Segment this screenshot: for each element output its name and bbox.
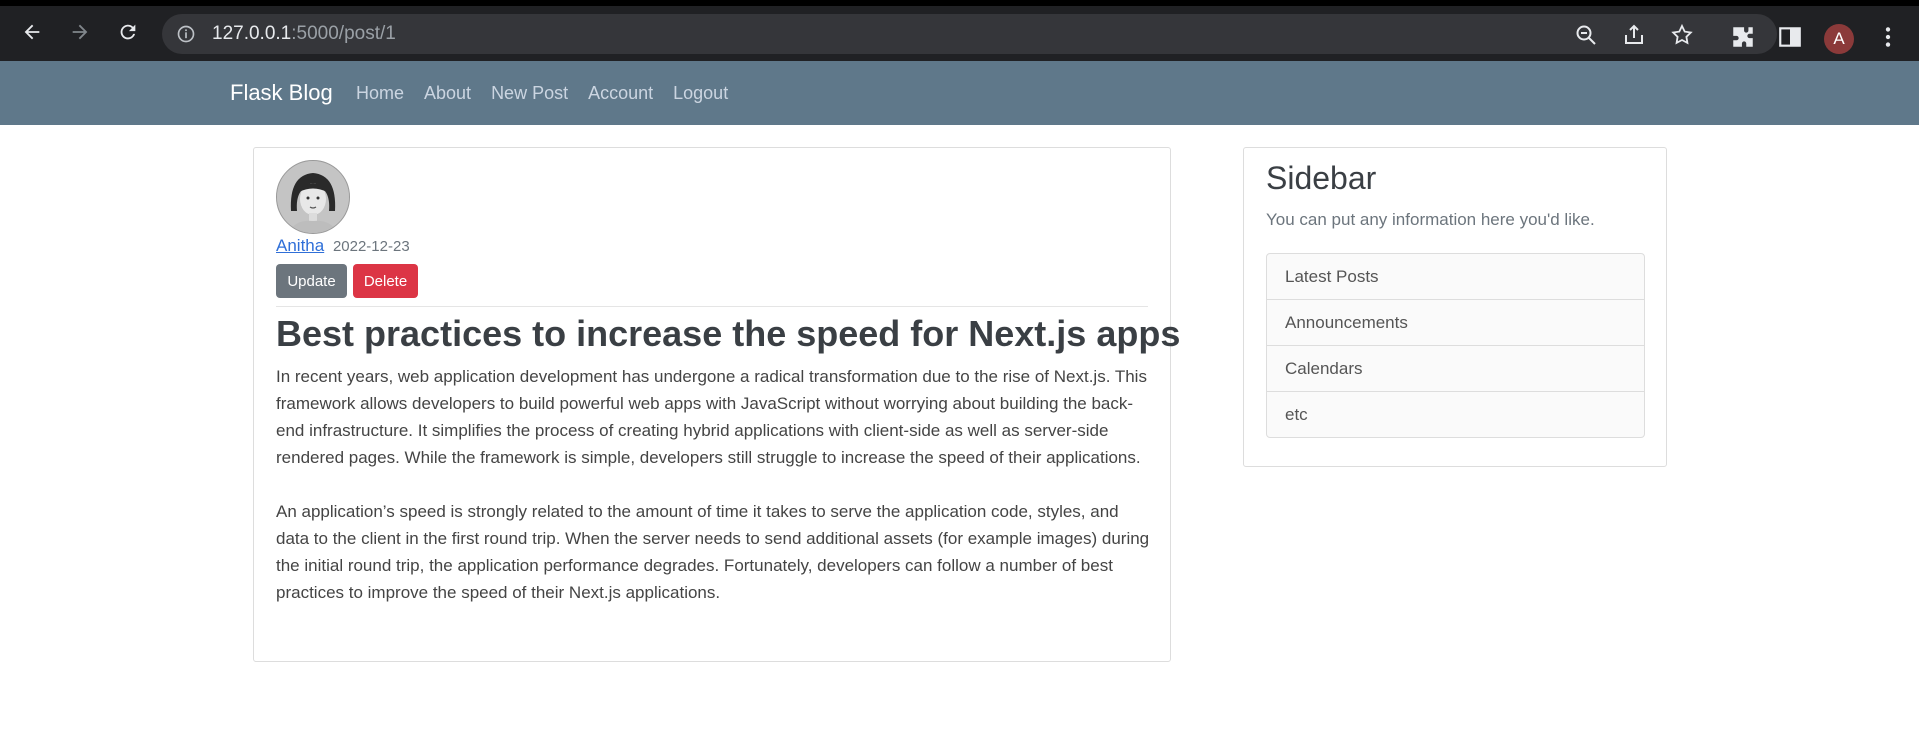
extensions-icon[interactable] bbox=[1730, 24, 1756, 50]
share-icon[interactable] bbox=[1622, 23, 1646, 47]
browser-chrome: 127.0.0.1:5000/post/1 A bbox=[0, 0, 1919, 61]
post-paragraph: In recent years, web application develop… bbox=[276, 367, 1147, 467]
sidebar-title: Sidebar bbox=[1266, 160, 1377, 196]
reload-button[interactable] bbox=[112, 16, 144, 48]
sidebar-list: Latest Posts Announcements Calendars etc bbox=[1266, 253, 1645, 438]
forward-button[interactable] bbox=[64, 16, 96, 48]
arrow-right-icon bbox=[72, 24, 88, 40]
sidebar-item-etc[interactable]: etc bbox=[1267, 391, 1644, 437]
back-button[interactable] bbox=[16, 16, 48, 48]
post-title: Best practices to increase the speed for… bbox=[276, 313, 1181, 354]
nav-new-post[interactable]: New Post bbox=[491, 61, 568, 125]
nav-logout[interactable]: Logout bbox=[673, 61, 728, 125]
nav-home[interactable]: Home bbox=[356, 61, 404, 125]
brand-link[interactable]: Flask Blog bbox=[230, 61, 333, 125]
post-card: Anitha 2022-12-23 Update Delete Best pra… bbox=[253, 147, 1180, 662]
nav-account[interactable]: Account bbox=[588, 61, 653, 125]
sidebar-description: You can put any information here you'd l… bbox=[1266, 210, 1595, 229]
post-paragraph: An application’s speed is strongly relat… bbox=[276, 502, 1150, 602]
post-date: 2022-12-23 bbox=[332, 238, 410, 255]
sidebar-item-announcements[interactable]: Announcements bbox=[1267, 299, 1644, 345]
more-menu-icon[interactable] bbox=[1875, 24, 1901, 50]
author-avatar bbox=[276, 160, 350, 234]
author-link[interactable]: Anitha bbox=[276, 236, 324, 255]
sidebar-item-calendars[interactable]: Calendars bbox=[1267, 345, 1644, 391]
divider bbox=[276, 306, 1148, 307]
site-navbar: Flask Blog Home About New Post Account L… bbox=[0, 61, 1919, 125]
sidebar-item-latest-posts[interactable]: Latest Posts bbox=[1267, 254, 1644, 299]
profile-avatar[interactable]: A bbox=[1824, 24, 1854, 54]
info-icon[interactable] bbox=[176, 24, 196, 44]
sidebar: Sidebar You can put any information here… bbox=[1243, 147, 1667, 467]
reload-icon bbox=[120, 24, 136, 40]
nav-about[interactable]: About bbox=[424, 61, 471, 125]
star-icon[interactable] bbox=[1670, 23, 1694, 47]
url-text[interactable]: 127.0.0.1:5000/post/1 bbox=[212, 14, 396, 54]
url-host: 127.0.0.1 bbox=[212, 23, 292, 44]
portrait-image bbox=[277, 161, 349, 233]
update-button[interactable]: Update bbox=[276, 264, 347, 298]
zoom-out-icon[interactable] bbox=[1574, 23, 1598, 47]
address-bar[interactable]: 127.0.0.1:5000/post/1 bbox=[162, 14, 1777, 54]
side-panel-icon[interactable] bbox=[1777, 24, 1803, 50]
post-meta: Anitha 2022-12-23 bbox=[276, 236, 410, 256]
arrow-left-icon bbox=[24, 24, 40, 40]
nav-links: Home About New Post Account Logout bbox=[356, 61, 748, 125]
url-path: :5000/post/1 bbox=[291, 23, 396, 44]
post-content: In recent years, web application develop… bbox=[276, 363, 1156, 633]
delete-button[interactable]: Delete bbox=[353, 264, 418, 298]
